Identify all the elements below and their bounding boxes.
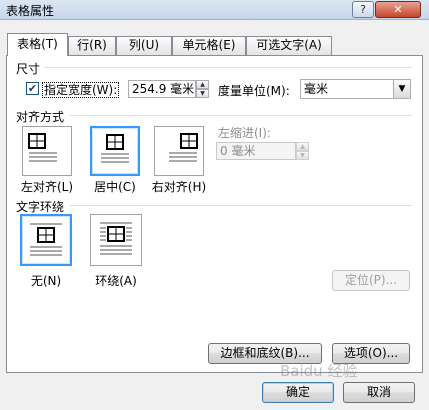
wrap-none-label: 无(N): [30, 274, 62, 288]
ok-button[interactable]: 确定: [262, 382, 334, 403]
wrap-none-icon: [30, 223, 62, 256]
align-left-label: 左对齐(L): [20, 180, 74, 194]
cancel-button[interactable]: 取消: [343, 382, 415, 403]
alignment-divider: [70, 115, 412, 116]
tab-row[interactable]: 行(R): [68, 36, 116, 55]
align-center-label: 居中(C): [94, 180, 136, 194]
spin-down-icon[interactable]: ▼: [296, 151, 309, 160]
preferred-width-label: 指定宽度(W):: [42, 82, 120, 98]
tab-column-label: 列(U): [128, 38, 160, 52]
wrap-around-label: 环绕(A): [95, 274, 137, 288]
indent-label: 左缩进(I):: [218, 126, 271, 140]
tab-alt-text-label: 可选文字(A): [256, 38, 322, 52]
chevron-down-icon[interactable]: ▼: [393, 80, 410, 98]
measure-in-label: 度量单位(M):: [218, 84, 290, 98]
align-left-icon: [28, 133, 57, 162]
align-center-icon: [101, 134, 129, 163]
size-section-title: 尺寸: [16, 62, 41, 76]
align-left-option[interactable]: [22, 126, 72, 176]
wrap-around-option[interactable]: [90, 214, 142, 266]
spin-down-icon[interactable]: ▼: [196, 89, 209, 98]
help-icon: ?: [360, 3, 366, 16]
help-button[interactable]: ?: [352, 1, 374, 18]
positioning-button[interactable]: 定位(P)...: [332, 270, 410, 291]
align-right-option[interactable]: [154, 126, 204, 176]
tab-table[interactable]: 表格(T): [7, 33, 68, 56]
wrap-around-icon: [100, 222, 132, 255]
align-center-option[interactable]: [90, 126, 140, 176]
wrap-divider: [70, 205, 412, 206]
alignment-section-title: 对齐方式: [16, 110, 65, 124]
checkmark-icon: ✔: [27, 82, 38, 95]
preferred-width-checkbox[interactable]: ✔: [26, 82, 39, 95]
close-button[interactable]: ✕: [375, 1, 421, 18]
watermark: Baidu 经验: [280, 362, 358, 380]
preferred-width-spinner[interactable]: ▲ ▼: [196, 80, 209, 98]
wrap-section-title: 文字环绕: [16, 200, 65, 214]
tab-row-label: 行(R): [77, 38, 107, 52]
wrap-none-option[interactable]: [20, 214, 72, 266]
window-title: 表格属性: [6, 4, 55, 18]
close-icon: ✕: [393, 3, 403, 16]
indent-spinner[interactable]: ▲ ▼: [296, 142, 309, 160]
preferred-width-input[interactable]: 254.9 毫米: [128, 80, 196, 98]
indent-input[interactable]: 0 毫米: [216, 142, 296, 160]
tab-cell-label: 单元格(E): [182, 38, 236, 52]
spin-up-icon[interactable]: ▲: [196, 80, 209, 89]
tab-alt-text[interactable]: 可选文字(A): [246, 36, 332, 55]
measure-in-value: 毫米: [304, 82, 329, 96]
size-divider: [44, 67, 412, 68]
align-right-label: 右对齐(H): [151, 180, 207, 194]
spin-up-icon[interactable]: ▲: [296, 142, 309, 151]
tab-table-label: 表格(T): [17, 37, 58, 51]
tab-column[interactable]: 列(U): [116, 36, 172, 55]
align-right-icon: [169, 133, 198, 162]
tab-cell[interactable]: 单元格(E): [172, 36, 246, 55]
